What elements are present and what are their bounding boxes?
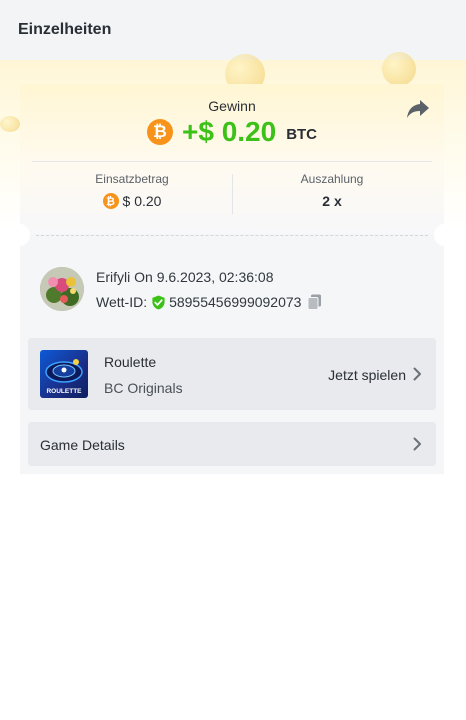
- game-thumbnail: ROULETTE: [40, 350, 88, 398]
- thumbnail-caption: ROULETTE: [46, 388, 82, 395]
- bet-details-card: Gewinn ₿ +$ 0.20 BTC Einsatzbetrag ₿ $ 0…: [10, 84, 454, 474]
- page-title: Einzelheiten: [18, 21, 112, 38]
- payout-stat: Auszahlung 2 x: [232, 172, 432, 209]
- ticket-notch: [434, 224, 454, 246]
- user-name[interactable]: Erifyli: [96, 269, 130, 285]
- bitcoin-icon: ₿: [146, 119, 173, 145]
- verified-shield-icon: [152, 294, 165, 310]
- bet-user-line: Erifyli On 9.6.2023, 02:36:08: [96, 269, 273, 285]
- game-name: Roulette: [104, 354, 157, 370]
- share-icon[interactable]: [406, 98, 430, 120]
- bet-id-label: Wett-ID:: [96, 294, 148, 310]
- bet-id: 58955456999092073: [169, 294, 302, 310]
- chevron-right-icon[interactable]: [412, 367, 422, 381]
- avatar-image: [40, 267, 84, 311]
- bet-id-line: Wett-ID: 58955456999092073: [96, 294, 322, 310]
- win-amount: +$ 0.20: [181, 116, 277, 147]
- stake-value-row: ₿ $ 0.20: [32, 193, 232, 209]
- payout-label: Auszahlung: [300, 172, 364, 186]
- chevron-right-icon[interactable]: [412, 437, 422, 451]
- copy-icon[interactable]: [307, 294, 322, 310]
- divider: [32, 161, 432, 162]
- stake-value: $ 0.20: [122, 193, 162, 209]
- bet-datetime: 9.6.2023, 02:36:08: [156, 269, 274, 285]
- game-details-row[interactable]: Game Details: [28, 422, 436, 466]
- on-text: On: [134, 269, 153, 285]
- bitcoin-icon: ₿: [102, 193, 119, 209]
- game-details-label: Game Details: [40, 437, 125, 453]
- game-row[interactable]: ROULETTE Roulette BC Originals Jetzt spi…: [28, 338, 436, 410]
- roulette-thumbnail-art: ROULETTE: [45, 359, 83, 395]
- ticket-notch: [10, 224, 30, 246]
- decorative-coin: [0, 116, 20, 132]
- win-row: ₿ +$ 0.20 BTC: [20, 114, 444, 150]
- stake-stat: Einsatzbetrag ₿ $ 0.20: [32, 172, 232, 209]
- dashed-divider: [36, 235, 428, 236]
- win-label: Gewinn: [208, 98, 256, 114]
- payout-value: 2 x: [322, 193, 342, 209]
- avatar[interactable]: [40, 267, 84, 311]
- stake-label: Einsatzbetrag: [95, 172, 169, 186]
- game-provider: BC Originals: [104, 380, 183, 396]
- win-currency: BTC: [286, 125, 318, 143]
- play-now-link[interactable]: Jetzt spielen: [328, 367, 406, 383]
- header: Einzelheiten: [0, 0, 466, 60]
- decorative-coin: [382, 52, 416, 86]
